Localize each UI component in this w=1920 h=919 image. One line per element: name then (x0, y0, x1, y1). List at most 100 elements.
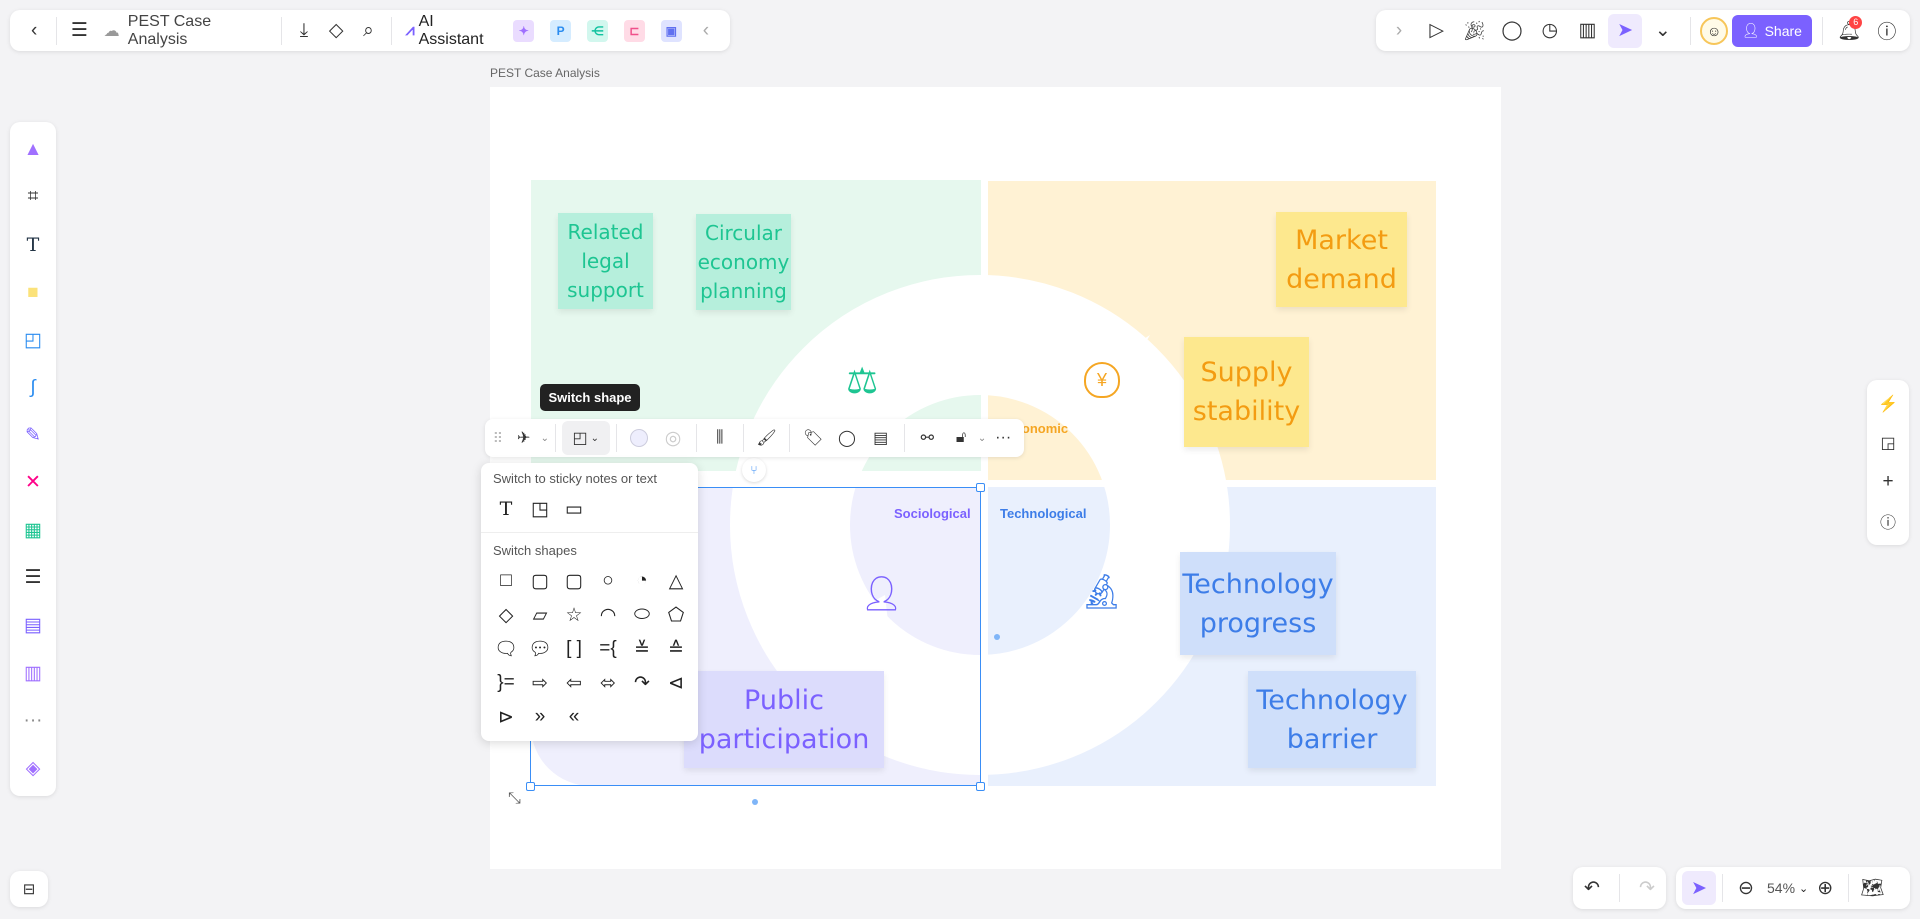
minimap-icon[interactable]: ◲ (1871, 426, 1905, 460)
shape-icon[interactable]: ◰ (13, 320, 53, 360)
select-tool-icon[interactable]: ➤ (1682, 871, 1716, 905)
note-icon[interactable]: ▤ (864, 421, 898, 455)
chevron-down-icon[interactable]: ⌄ (1799, 882, 1808, 895)
sticky-note[interactable]: Circular economy planning (696, 214, 791, 310)
sticky-note[interactable]: Supply stability (1184, 337, 1309, 447)
tag-left-shape-icon[interactable]: ⊲ (659, 666, 693, 700)
pentagon-shape-icon[interactable]: ⬠ (659, 598, 693, 632)
download-icon[interactable]: ⤓ (288, 14, 320, 48)
semicircle-shape-icon[interactable]: ◠ (591, 598, 625, 632)
mindmap-tool-icon[interactable]: ✕ (13, 463, 53, 503)
celebrate-icon[interactable]: 🎉︎ (1457, 14, 1491, 48)
expand-icon[interactable]: › (1382, 14, 1416, 48)
brace-left-shape-icon[interactable]: ={ (591, 632, 625, 666)
brace-right-shape-icon[interactable]: }= (489, 666, 523, 700)
rounded-square-shape-icon[interactable]: ▢ (523, 564, 557, 598)
search-icon[interactable]: ⌕ (352, 14, 384, 48)
pen-icon[interactable]: ✎ (13, 415, 53, 455)
link-icon[interactable]: ⚯ (910, 421, 944, 455)
bar-up-shape-icon[interactable]: ≚ (625, 632, 659, 666)
plugin-icon[interactable]: ◈ (13, 749, 53, 789)
info-icon[interactable]: ⓘ (1871, 504, 1905, 538)
bar-down-shape-icon[interactable]: ≙ (659, 632, 693, 666)
text-option-icon[interactable]: T (489, 492, 523, 526)
drag-handle-icon[interactable]: ⠿ (489, 421, 507, 455)
resize-handle[interactable] (976, 782, 985, 791)
format-painter-icon[interactable]: 🖌︎ (750, 421, 784, 455)
comment-icon[interactable]: ◯ (1495, 14, 1529, 48)
sticky-note[interactable]: Market demand (1276, 212, 1407, 307)
menu-icon[interactable]: ☰ (63, 14, 95, 48)
rotate-icon[interactable]: ⤡ (508, 790, 521, 808)
pie-shape-icon[interactable]: ◔ (625, 564, 659, 598)
play-icon[interactable]: ▷ (1420, 14, 1454, 48)
connection-dot[interactable] (994, 634, 1000, 640)
back-icon[interactable]: ‹ (18, 14, 50, 48)
templates-icon[interactable]: ▲ (13, 130, 53, 170)
connector-icon[interactable]: ∫ (13, 368, 53, 408)
presentation-icon[interactable]: P (550, 19, 572, 42)
sticky-note[interactable]: Technology progress (1180, 552, 1336, 655)
flowchart-icon[interactable]: ⊏ (623, 19, 645, 42)
ai-magic-icon[interactable]: ✈ (507, 421, 541, 455)
arrow-curve-shape-icon[interactable]: ↷ (625, 666, 659, 700)
arrow-both-shape-icon[interactable]: ⬄ (591, 666, 625, 700)
resize-handle[interactable] (526, 782, 535, 791)
image-gen-icon[interactable]: ✦ (513, 19, 535, 42)
chevron-shape-icon[interactable]: » (523, 700, 557, 734)
share-button[interactable]: 👤︎ Share (1731, 14, 1812, 47)
chevron-down-icon[interactable]: ⌄ (978, 433, 986, 444)
diamond-shape-icon[interactable]: ◇ (489, 598, 523, 632)
chevron-down-icon[interactable]: ⌄ (541, 433, 549, 444)
callout-round-shape-icon[interactable]: 💬︎ (523, 632, 557, 666)
text-block-icon[interactable]: ☰ (13, 558, 53, 598)
lock-icon[interactable]: 🔓︎ (944, 421, 978, 455)
ai-edit-icon[interactable]: ⚡ (1871, 387, 1905, 421)
map-icon[interactable]: 🗺︎ (1855, 871, 1889, 905)
arrow-left-shape-icon[interactable]: ⇦ (557, 666, 591, 700)
star-shape-icon[interactable]: ☆ (557, 598, 591, 632)
sticky-note[interactable]: Related legal support (558, 213, 653, 309)
follow-cursor-icon[interactable]: ➤ (1608, 13, 1643, 48)
triangle-shape-icon[interactable]: △ (659, 564, 693, 598)
sticky-note[interactable]: Technology barrier (1248, 671, 1416, 768)
pill-shape-icon[interactable]: ⬭ (625, 598, 659, 632)
sticky-note-option-icon[interactable]: ◳ (523, 492, 557, 526)
align-icon[interactable]: ⫼ (703, 421, 737, 455)
circle-shape-icon[interactable]: ○ (591, 564, 625, 598)
frame-icon[interactable]: ⌗ (13, 178, 53, 218)
comment-icon[interactable]: ◯ (830, 421, 864, 455)
frame-label[interactable]: PEST Case Analysis (490, 66, 600, 80)
kanban-icon[interactable]: ▥ (13, 653, 53, 693)
tag-right-shape-icon[interactable]: ⊳ (489, 700, 523, 734)
sticky-note-wide-option-icon[interactable]: ▭ (557, 492, 591, 526)
arrow-right-shape-icon[interactable]: ⇨ (523, 666, 557, 700)
mindmap-icon[interactable]: ⋲ (587, 19, 608, 42)
vote-icon[interactable]: ▥ (1570, 14, 1604, 48)
parallelogram-shape-icon[interactable]: ▱ (523, 598, 557, 632)
more-icon[interactable]: ··· (13, 701, 53, 741)
document-title[interactable]: PEST Case Analysis (128, 13, 267, 49)
sticky-note-icon[interactable]: ■ (13, 273, 53, 313)
text-icon[interactable]: T (13, 225, 53, 265)
add-icon[interactable]: + (1871, 465, 1905, 499)
zoom-out-icon[interactable]: ⊖ (1729, 871, 1763, 905)
switch-shape-button[interactable]: ◰ ⌄ (561, 421, 610, 455)
list-icon[interactable]: ▤ (13, 606, 53, 646)
brackets-shape-icon[interactable]: [ ] (557, 632, 591, 666)
border-color-icon[interactable]: ◎ (656, 421, 690, 455)
table-icon[interactable]: ▦ (13, 511, 53, 551)
map-pin-icon[interactable]: ⊟ (12, 872, 46, 906)
ai-assistant-button[interactable]: ⩘ AI Assistant (406, 13, 498, 49)
tag-icon[interactable]: ◇ (320, 14, 352, 48)
rounded-corner-shape-icon[interactable]: ▢ (557, 564, 591, 598)
chat-icon[interactable]: ▣ (660, 19, 682, 42)
more-icon[interactable]: ··· (986, 421, 1020, 455)
timer-icon[interactable]: ◷ (1533, 14, 1567, 48)
resize-handle[interactable] (976, 483, 985, 492)
avatar[interactable]: ☺ (1700, 16, 1729, 45)
help-icon[interactable]: ⓘ (1870, 14, 1904, 48)
zoom-level[interactable]: 54% (1767, 880, 1795, 896)
tag-icon[interactable]: 🏷︎ (796, 421, 830, 455)
connection-dot[interactable] (752, 799, 758, 805)
